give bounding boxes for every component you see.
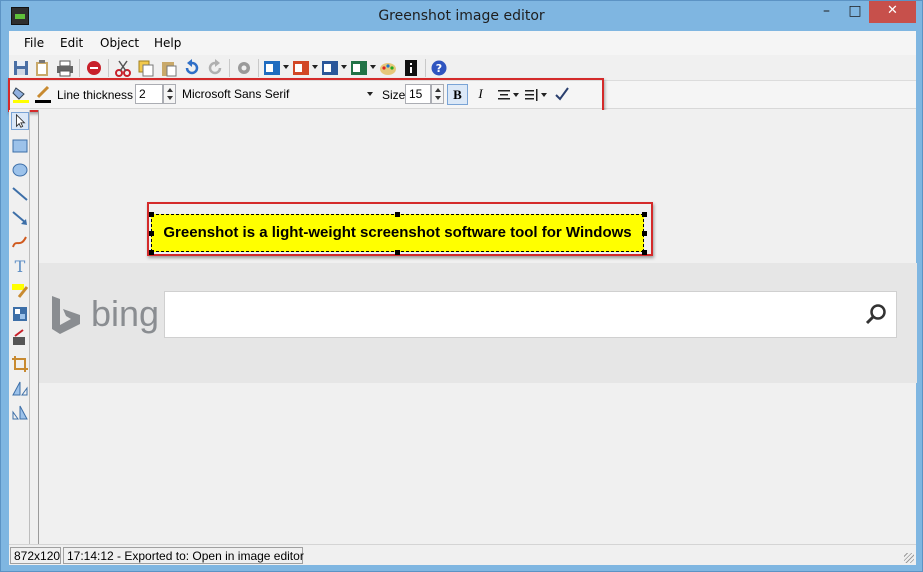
search-icon — [865, 304, 886, 325]
toolbar-separator — [425, 59, 426, 77]
excel-icon[interactable] — [350, 59, 368, 77]
close-icon[interactable] — [85, 59, 103, 77]
chevron-down-icon[interactable] — [341, 65, 347, 69]
clipboard-icon[interactable] — [33, 59, 51, 77]
titlebar[interactable]: Greenshot image editor – □ ✕ — [1, 1, 922, 31]
paste-icon[interactable] — [160, 59, 178, 77]
rotate-counterclockwise-icon[interactable] — [11, 403, 29, 421]
word-icon[interactable] — [321, 59, 339, 77]
save-icon[interactable] — [12, 59, 30, 77]
settings-icon[interactable] — [235, 59, 253, 77]
client-area: File Edit Object Help ? Line thickness 2… — [8, 31, 917, 565]
resize-grip-icon[interactable] — [904, 553, 914, 563]
resize-handle[interactable] — [642, 212, 647, 217]
chevron-down-icon[interactable] — [370, 65, 376, 69]
ellipse-tool-icon[interactable] — [11, 161, 29, 179]
text-annotation[interactable]: Greenshot is a light-weight screenshot s… — [151, 214, 644, 252]
resize-handle[interactable] — [395, 250, 400, 255]
resize-handle[interactable] — [149, 231, 154, 236]
powerpoint-icon[interactable] — [292, 59, 310, 77]
paint-icon[interactable] — [379, 59, 397, 77]
effects-tool-icon[interactable] — [11, 329, 29, 347]
chevron-down-icon[interactable] — [312, 65, 318, 69]
menu-edit[interactable]: Edit — [60, 36, 83, 50]
text-tool-icon[interactable]: T — [11, 257, 29, 275]
obfuscate-tool-icon[interactable] — [11, 305, 29, 323]
toolbar-separator — [108, 59, 109, 77]
freehand-tool-icon[interactable] — [11, 233, 29, 251]
toolbar-separator — [79, 59, 80, 77]
toolbar-highlight-box — [8, 78, 604, 112]
resize-handle[interactable] — [395, 212, 400, 217]
print-icon[interactable] — [56, 59, 74, 77]
crop-tool-icon[interactable] — [11, 355, 29, 373]
close-window-button[interactable]: ✕ — [869, 1, 916, 23]
redo-icon[interactable] — [206, 59, 224, 77]
menubar: File Edit Object Help — [9, 31, 916, 55]
copy-icon[interactable] — [137, 59, 155, 77]
outlook-icon[interactable] — [263, 59, 281, 77]
resize-handle[interactable] — [149, 250, 154, 255]
info-icon[interactable] — [402, 59, 420, 77]
chevron-down-icon[interactable] — [283, 65, 289, 69]
editor-window: Greenshot image editor – □ ✕ File Edit O… — [0, 0, 923, 572]
menu-object[interactable]: Object — [100, 36, 139, 50]
resize-handle[interactable] — [642, 231, 647, 236]
arrow-tool-icon[interactable] — [11, 209, 29, 227]
bing-search-box — [164, 291, 897, 338]
rectangle-tool-icon[interactable] — [11, 137, 29, 155]
line-tool-icon[interactable] — [11, 185, 29, 203]
cut-icon[interactable] — [114, 59, 132, 77]
svg-text:?: ? — [436, 62, 442, 75]
help-icon[interactable]: ? — [430, 59, 448, 77]
window-title: Greenshot image editor — [378, 8, 545, 24]
undo-icon[interactable] — [183, 59, 201, 77]
bing-wordmark: bing — [91, 293, 160, 334]
maximize-button[interactable]: □ — [841, 1, 869, 23]
toolbar-separator — [229, 59, 230, 77]
image-canvas[interactable]: bing — [38, 110, 917, 544]
status-message: 17:14:12 - Exported to: Open in image ed… — [63, 547, 304, 564]
menu-file[interactable]: File — [24, 36, 44, 50]
bing-logo-icon — [52, 296, 80, 334]
cursor-tool-icon[interactable] — [11, 112, 29, 130]
rotate-clockwise-icon[interactable] — [11, 379, 29, 397]
tools-sidebar: T — [9, 110, 30, 544]
svg-text:T: T — [15, 257, 26, 275]
toolbar-separator — [258, 59, 259, 77]
captured-image: bing — [39, 263, 917, 383]
image-dimensions: 872x120 — [10, 547, 61, 564]
resize-handle[interactable] — [149, 212, 154, 217]
resize-handle[interactable] — [642, 250, 647, 255]
minimize-button[interactable]: – — [812, 1, 841, 23]
highlight-tool-icon[interactable] — [11, 281, 29, 299]
status-bar: 872x120 17:14:12 - Exported to: Open in … — [9, 544, 916, 565]
menu-help[interactable]: Help — [154, 36, 181, 50]
